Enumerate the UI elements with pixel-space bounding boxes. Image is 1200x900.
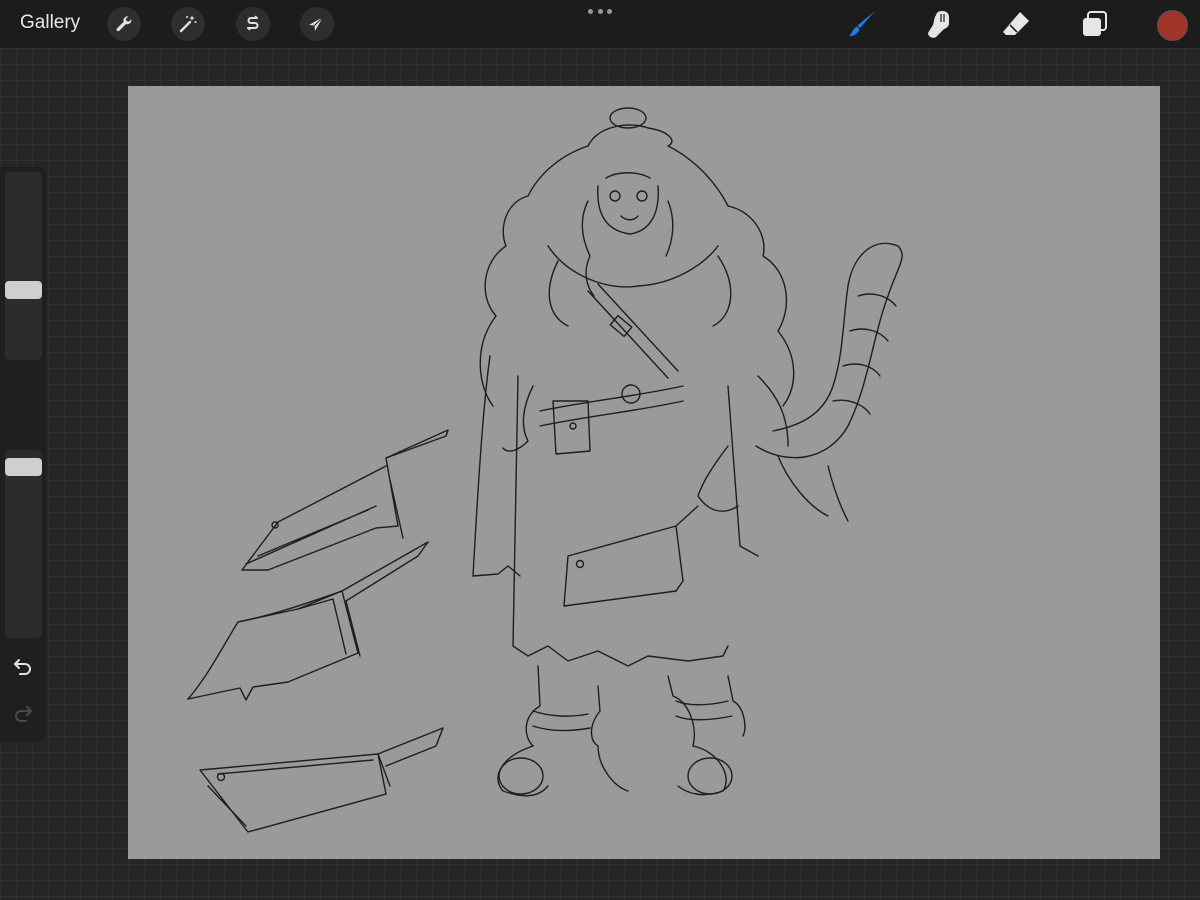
ellipsis-icon xyxy=(588,8,593,14)
brush-icon xyxy=(849,11,875,37)
eraser-icon xyxy=(1003,12,1029,35)
smudge-icon xyxy=(928,11,949,38)
redo-icon xyxy=(15,706,32,722)
sketch-artwork xyxy=(187,107,903,833)
magic-wand-icon xyxy=(179,15,197,33)
brush-opacity-handle[interactable] xyxy=(5,457,42,476)
redo-button[interactable] xyxy=(11,702,35,726)
more-options-button[interactable] xyxy=(588,6,612,16)
smudge-tool-button[interactable] xyxy=(922,8,954,40)
arrow-cursor-icon xyxy=(309,16,324,31)
gallery-button[interactable]: Gallery xyxy=(20,12,80,34)
wrench-icon xyxy=(116,16,132,32)
brush-size-handle[interactable] xyxy=(5,280,42,299)
color-picker-button[interactable] xyxy=(1157,10,1188,41)
adjustments-button[interactable] xyxy=(171,7,205,41)
undo-button[interactable] xyxy=(11,655,35,679)
drawing-canvas[interactable] xyxy=(128,86,1160,859)
brush-sidebar xyxy=(0,167,46,742)
selection-s-icon xyxy=(247,15,259,31)
tail-sketch xyxy=(755,242,903,522)
actions-button[interactable] xyxy=(107,7,141,41)
layers-button[interactable] xyxy=(1079,8,1111,40)
brush-opacity-slider[interactable] xyxy=(5,450,42,638)
eraser-tool-button[interactable] xyxy=(1000,8,1032,40)
undo-icon xyxy=(14,659,31,675)
transform-button[interactable] xyxy=(300,7,334,41)
cleaver-sketch-2 xyxy=(187,541,429,701)
cleaver-sketch-3 xyxy=(199,727,444,833)
brush-tool-button[interactable] xyxy=(846,8,878,40)
selection-button[interactable] xyxy=(236,7,270,41)
brush-size-slider[interactable] xyxy=(5,172,42,360)
top-toolbar: Gallery xyxy=(0,0,1200,48)
layers-icon xyxy=(1083,11,1107,36)
character-sketch xyxy=(472,107,795,797)
